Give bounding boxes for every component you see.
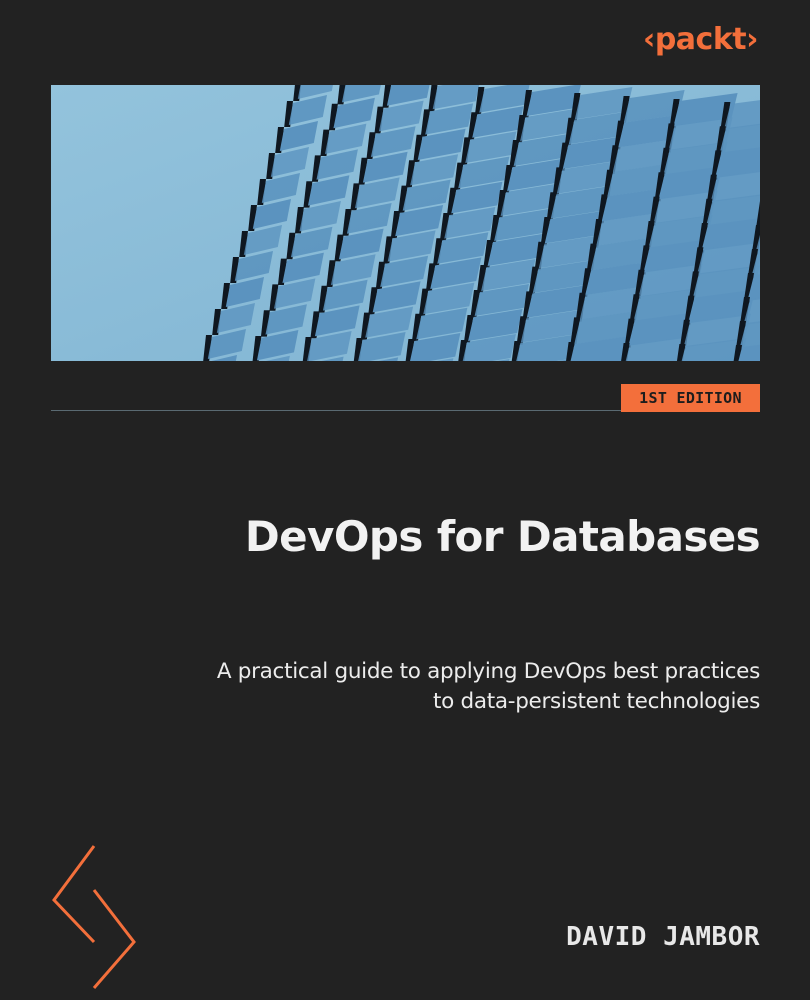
building-facade-image [51,85,760,361]
publisher-logo: ‹packt› [642,22,759,57]
book-title: DevOps for Databases [244,512,761,561]
edition-badge: 1ST EDITION [621,384,760,412]
author-name: DAVID JAMBOR [566,922,760,952]
chevron-bracket-mark-icon [52,845,136,989]
book-subtitle: A practical guide to applying DevOps bes… [160,657,760,717]
subtitle-line-2: to data-persistent technologies [432,689,760,714]
divider-line [51,410,621,411]
subtitle-line-1: A practical guide to applying DevOps bes… [216,659,760,684]
book-cover: ‹packt› 1ST EDITION DevOps for Databases… [0,0,810,1000]
